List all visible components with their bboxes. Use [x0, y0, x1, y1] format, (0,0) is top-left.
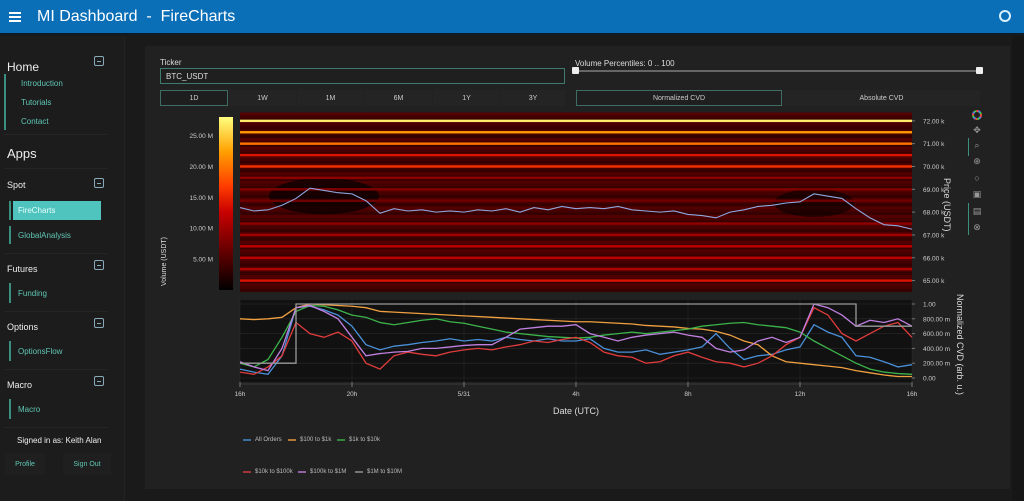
- absolute-cvd-button[interactable]: Absolute CVD: [783, 90, 980, 106]
- legend-label: $1M to $10M: [367, 469, 403, 475]
- sign-out-button[interactable]: Sign Out: [63, 453, 111, 475]
- sidebar-divider-line: [4, 253, 108, 254]
- legend-swatch: [243, 471, 251, 473]
- range-1d-button[interactable]: 1D: [160, 90, 228, 106]
- modebar-group-line: [968, 203, 969, 235]
- firecharts-card: [145, 46, 1010, 489]
- top-bar: MI Dashboard - FireCharts: [0, 0, 1024, 33]
- normalized-cvd-button[interactable]: Normalized CVD: [576, 90, 782, 106]
- range-1y-button[interactable]: 1Y: [433, 90, 500, 106]
- signed-in-text: Signed in as: Keith Alan: [17, 436, 102, 445]
- page-scrollbar[interactable]: [1012, 36, 1024, 501]
- pan-icon[interactable]: ✥: [972, 125, 982, 135]
- collapse-spot-icon[interactable]: [94, 178, 104, 188]
- date-axis-label: Date (UTC): [553, 406, 600, 416]
- sidebar-section-futures: Futures: [7, 264, 38, 274]
- sidebar-divider-line: [4, 427, 108, 428]
- sidebar-item-contact[interactable]: Contact: [21, 117, 49, 126]
- spot-group-line: [9, 201, 11, 220]
- legend-item[interactable]: $1k to $10k: [337, 437, 380, 443]
- volume-percentiles-slider[interactable]: [576, 70, 981, 72]
- colorbar-label: Volume (USDT): [161, 236, 168, 286]
- legend-label: $100 to $1k: [300, 437, 332, 443]
- color-wheel-icon[interactable]: [972, 110, 982, 120]
- legend-label: All Orders: [255, 437, 282, 443]
- collapse-futures-icon[interactable]: [94, 260, 104, 270]
- compare-icon[interactable]: ▤: [972, 206, 982, 216]
- legend-swatch: [337, 439, 345, 441]
- legend-item[interactable]: $1M to $10M: [355, 469, 402, 475]
- spot-group-line-2: [9, 226, 11, 244]
- range-3y-button[interactable]: 3Y: [501, 90, 565, 106]
- sidebar-section-apps: Apps: [7, 146, 37, 161]
- price-axis-label: Price (USDT): [942, 178, 952, 232]
- collapse-macro-icon[interactable]: [94, 376, 104, 386]
- ticker-input[interactable]: [160, 68, 565, 84]
- profile-button[interactable]: Profile: [5, 453, 45, 475]
- macro-group-line: [9, 399, 11, 419]
- volume-percentiles-label: Volume Percentiles: 0 .. 100: [575, 59, 675, 68]
- sidebar-item-firecharts[interactable]: FireCharts: [13, 201, 101, 220]
- futures-group-line: [9, 283, 11, 303]
- sidebar-item-globalanalysis[interactable]: GlobalAnalysis: [18, 231, 71, 240]
- sidebar-section-options: Options: [7, 322, 39, 332]
- sidebar-item-optionsflow[interactable]: OptionsFlow: [18, 347, 62, 356]
- zoom-in-out-icon[interactable]: ⊕: [972, 156, 982, 166]
- legend-item[interactable]: $100 to $1k: [288, 437, 331, 443]
- range-1w-button[interactable]: 1W: [229, 90, 296, 106]
- legend-label: $1k to $10k: [349, 437, 381, 443]
- slider-min-handle[interactable]: [572, 67, 579, 74]
- sidebar-divider-line: [4, 369, 108, 370]
- sidebar-divider-line: [4, 311, 108, 312]
- ticker-label: Ticker: [160, 58, 182, 67]
- modebar-group-line: [968, 138, 969, 156]
- sidebar-section-spot: Spot: [7, 180, 26, 190]
- home-group-line: [4, 74, 6, 130]
- sidebar-divider-line: [4, 168, 108, 169]
- range-1m-button[interactable]: 1M: [297, 90, 364, 106]
- legend-label: $10k to $100k: [255, 469, 293, 475]
- collapse-home-icon[interactable]: [94, 56, 104, 66]
- sidebar-item-macro[interactable]: Macro: [18, 405, 40, 414]
- legend-swatch: [355, 471, 363, 473]
- legend-item[interactable]: $10k to $100k: [243, 469, 293, 475]
- circle-icon[interactable]: [999, 10, 1011, 22]
- zoom-icon[interactable]: ⌕: [972, 140, 982, 150]
- save-icon[interactable]: ▣: [972, 189, 982, 199]
- app-title: MI Dashboard - FireCharts: [37, 7, 236, 25]
- legend-swatch: [298, 471, 306, 473]
- legend-label: $100k to $1M: [310, 469, 347, 475]
- slider-max-handle[interactable]: [976, 67, 983, 74]
- legend-item[interactable]: $100k to $1M: [298, 469, 346, 475]
- sidebar-divider-line: [4, 134, 108, 135]
- sidebar-section-macro: Macro: [7, 380, 33, 390]
- cvd-axis-label: Normalized CVD (arb. u.): [955, 294, 965, 396]
- sidebar-item-tutorials[interactable]: Tutorials: [21, 98, 51, 107]
- autoscale-icon[interactable]: ○: [972, 173, 982, 183]
- reset-icon[interactable]: ⊗: [972, 222, 982, 232]
- legend-swatch: [288, 439, 296, 441]
- sidebar-item-funding[interactable]: Funding: [18, 289, 47, 298]
- collapse-options-icon[interactable]: [94, 318, 104, 328]
- options-group-line: [9, 341, 11, 361]
- topbar-shadow: [0, 33, 1024, 36]
- range-6m-button[interactable]: 6M: [365, 90, 432, 106]
- sidebar-item-introduction[interactable]: Introduction: [21, 79, 63, 88]
- legend-swatch: [243, 439, 251, 441]
- hamburger-menu-icon[interactable]: [9, 11, 21, 22]
- sidebar-section-home: Home: [7, 60, 40, 74]
- legend-item[interactable]: All Orders: [243, 437, 282, 443]
- sidebar-divider: [124, 36, 125, 501]
